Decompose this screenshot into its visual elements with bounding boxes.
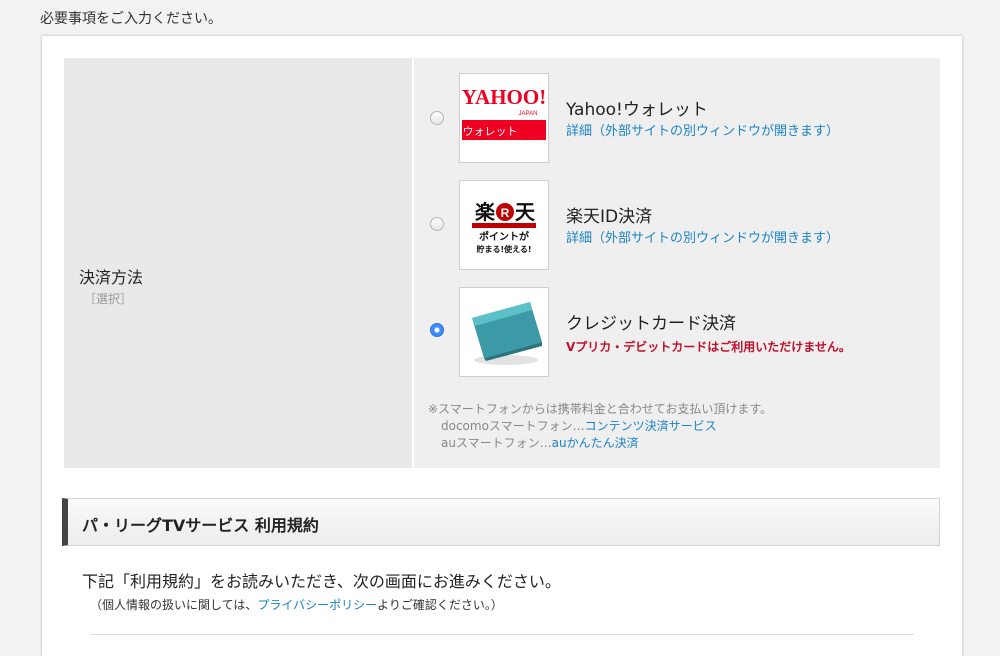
privacy-policy-link[interactable]: プライバシーポリシー [257, 598, 377, 612]
divider [90, 634, 914, 635]
credit-card-image [472, 302, 542, 365]
terms-section-title: パ・リーグTVサービス 利用規約 [82, 516, 319, 535]
payment-option-rakuten[interactable]: 楽 R 天 ポイントが 貯まる!使える! 楽天ID決済 詳細（外部サイトの別ウィ… [414, 180, 940, 272]
option-detail-link-rakuten[interactable]: 詳細（外部サイトの別ウィンドウが開きます） [566, 227, 839, 246]
field-value-cell: YAHOO! JAPAN ウォレット Yahoo!ウォレット 詳細（外部サイトの… [414, 58, 940, 468]
field-label: 決済方法 [79, 268, 144, 287]
rakuten-line1: ポイントが [479, 230, 530, 243]
privacy-note-suffix: よりご確認ください。） [377, 598, 503, 612]
option-detail-link-yahoo[interactable]: 詳細（外部サイトの別ウィンドウが開きます） [566, 120, 839, 139]
note-docomo: docomoスマートフォン…コンテンツ決済サービス [428, 418, 772, 435]
field-label-cell: 決済方法 ［選択］ [64, 58, 414, 468]
form-card: 決済方法 ［選択］ YAHOO! JAPAN ウォレット Yahoo!ウォレット… [42, 36, 962, 656]
payment-option-credit-card[interactable]: クレジットカード決済 Vプリカ・デビットカードはご利用いただけません。 [414, 287, 940, 379]
radio-yahoo[interactable] [430, 111, 444, 125]
note-docomo-prefix: docomoスマートフォン… [441, 419, 585, 433]
payment-method-row: 決済方法 ［選択］ YAHOO! JAPAN ウォレット Yahoo!ウォレット… [64, 58, 940, 468]
yahoo-wallet-logo: YAHOO! JAPAN ウォレット [459, 73, 549, 163]
docomo-payment-link[interactable]: コンテンツ決済サービス [585, 419, 717, 433]
yahoo-brand-sub: JAPAN [519, 111, 538, 117]
note-au-prefix: auスマートフォン… [441, 436, 552, 450]
rakuten-logo: 楽 R 天 ポイントが 貯まる!使える! [459, 180, 549, 270]
option-title-rakuten: 楽天ID決済 [566, 207, 653, 227]
required-tag: ［選択］ [84, 292, 133, 306]
payment-option-yahoo[interactable]: YAHOO! JAPAN ウォレット Yahoo!ウォレット 詳細（外部サイトの… [414, 73, 940, 165]
privacy-note: （個人情報の扱いに関しては、プライバシーポリシーよりご確認ください。） [90, 596, 503, 613]
option-title-credit-card: クレジットカード決済 [566, 314, 736, 334]
rakuten-char-b: 天 [515, 200, 536, 224]
note-au: auスマートフォン…auかんたん決済 [428, 435, 772, 452]
rakuten-char-a: 楽 [475, 200, 496, 224]
terms-instruction: 下記「利用規約」をお読みいただき、次の画面にお進みください。 [82, 572, 561, 591]
yahoo-band-text: ウォレット [463, 125, 518, 138]
au-payment-link[interactable]: auかんたん決済 [552, 436, 639, 450]
note-line: ※スマートフォンからは携帯料金と合わせてお支払い頂けます。 [428, 402, 773, 416]
terms-section-header: パ・リーグTVサービス 利用規約 [62, 498, 940, 546]
smartphone-note: ※スマートフォンからは携帯料金と合わせてお支払い頂けます。 docomoスマート… [428, 401, 772, 452]
rakuten-logo-image: 楽 R 天 ポイントが 貯まる!使える! [472, 200, 536, 254]
radio-rakuten[interactable] [430, 217, 444, 231]
option-title-yahoo: Yahoo!ウォレット [566, 100, 708, 120]
intro-text: 必要事項をご入力ください。 [40, 11, 222, 27]
yahoo-brand: YAHOO! [462, 85, 546, 109]
credit-card-icon [459, 287, 549, 377]
rakuten-line2: 貯まる!使える! [476, 244, 531, 254]
rakuten-r-mark: R [501, 206, 510, 220]
privacy-note-prefix: （個人情報の扱いに関しては、 [90, 598, 258, 612]
radio-credit-card[interactable] [430, 323, 444, 337]
yahoo-wallet-logo-image: YAHOO! JAPAN ウォレット [462, 85, 546, 140]
option-warning-credit-card: Vプリカ・デビットカードはご利用いただけません。 [566, 340, 851, 354]
